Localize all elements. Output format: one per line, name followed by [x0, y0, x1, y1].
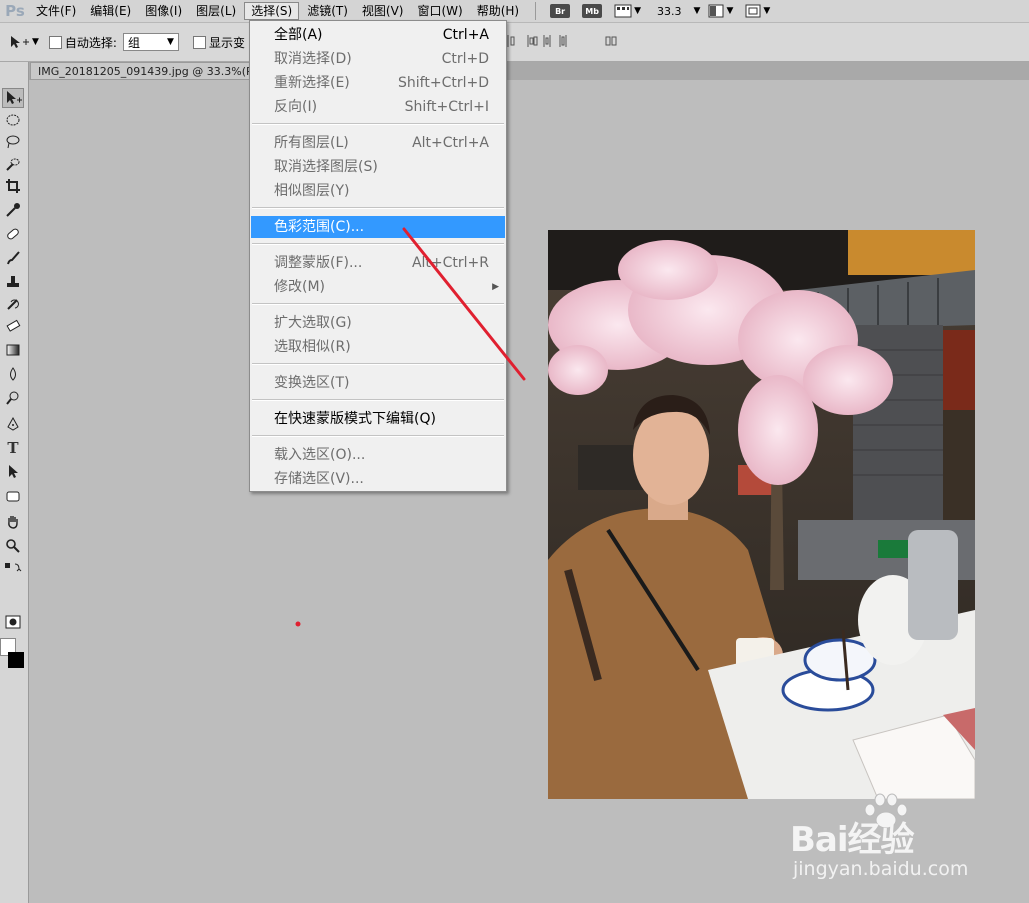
menu-item-color-range[interactable]: 色彩范围(C)...: [251, 216, 505, 238]
menu-select[interactable]: 选择(S): [244, 2, 300, 20]
eraser-tool-icon[interactable]: [2, 316, 24, 336]
menu-item-transform-selection[interactable]: 变换选区(T): [251, 372, 505, 394]
menubar-divider: [535, 2, 537, 20]
menu-separator: [252, 207, 504, 209]
menu-help[interactable]: 帮助(H): [471, 2, 525, 20]
view-extras-icon[interactable]: ▼: [614, 4, 641, 18]
zoom-level[interactable]: 33.3: [657, 5, 682, 18]
menu-item-similar-layers[interactable]: 相似图层(Y): [251, 180, 505, 202]
submenu-arrow-icon: ▶: [492, 282, 499, 292]
menu-item-save-selection[interactable]: 存储选区(V)...: [251, 468, 505, 490]
menu-item-all-layers[interactable]: 所有图层(L) Alt+Ctrl+A: [251, 132, 505, 154]
auto-select-label: 自动选择:: [64, 35, 117, 50]
baidu-watermark: Bai经验 jingyan.baidu.com: [785, 793, 985, 892]
menu-item-deselect[interactable]: 取消选择(D) Ctrl+D: [251, 48, 505, 70]
watermark-brand: Bai经验: [790, 820, 915, 860]
menu-separator: [252, 363, 504, 365]
quick-mask-icon[interactable]: [2, 612, 24, 632]
menu-layer[interactable]: 图层(L): [190, 2, 242, 20]
auto-select-value: 组: [127, 35, 140, 50]
menu-item-reselect[interactable]: 重新选择(E) Shift+Ctrl+D: [251, 72, 505, 94]
dodge-tool-icon[interactable]: [2, 388, 24, 408]
menu-separator: [252, 399, 504, 401]
quick-selection-tool-icon[interactable]: [2, 154, 24, 174]
eyedropper-tool-icon[interactable]: [2, 200, 24, 220]
menu-image[interactable]: 图像(I): [139, 2, 188, 20]
auto-select-dropdown[interactable]: 组 ▼: [122, 33, 179, 51]
show-transform-label: 显示变: [208, 35, 245, 50]
annotation-dot: [295, 621, 301, 627]
menu-bar: Ps 文件(F) 编辑(E) 图像(I) 图层(L) 选择(S) 滤镜(T) 视…: [0, 0, 1029, 23]
shape-tool-icon[interactable]: [2, 486, 24, 506]
menu-edit[interactable]: 编辑(E): [84, 2, 137, 20]
show-transform-checkbox[interactable]: [192, 35, 206, 49]
menu-filter[interactable]: 滤镜(T): [301, 2, 354, 20]
select-menu-dropdown: 全部(A) Ctrl+A 取消选择(D) Ctrl+D 重新选择(E) Shift+C…: [249, 20, 507, 492]
menu-separator: [252, 123, 504, 125]
blur-tool-icon[interactable]: [2, 364, 24, 384]
zoom-dropdown-icon[interactable]: ▼: [694, 6, 701, 16]
screen-mode-icon[interactable]: ▼: [745, 4, 770, 18]
move-tool-preset-icon[interactable]: ▼: [8, 35, 39, 49]
toolbox: T: [0, 62, 29, 903]
path-selection-tool-icon[interactable]: [2, 462, 24, 482]
foreground-color-swatch[interactable]: [8, 652, 24, 668]
arrange-documents-icon[interactable]: ▼: [708, 4, 733, 18]
bridge-button[interactable]: Br: [550, 4, 571, 18]
document-tab[interactable]: IMG_20181205_091439.jpg @ 33.3%(RGB/8): [30, 62, 260, 80]
menu-separator: [252, 303, 504, 305]
move-tool-icon[interactable]: [2, 88, 24, 108]
canvas-photo[interactable]: [548, 230, 975, 799]
hand-tool-icon[interactable]: [2, 512, 24, 532]
options-bar: ▼ 自动选择: 组 ▼ 显示变: [0, 23, 1029, 62]
auto-select-checkbox[interactable]: [48, 35, 62, 49]
clone-stamp-tool-icon[interactable]: [2, 272, 24, 292]
menu-item-deselect-layers[interactable]: 取消选择图层(S): [251, 156, 505, 178]
menu-file[interactable]: 文件(F): [30, 2, 82, 20]
marquee-tool-icon[interactable]: [2, 110, 24, 130]
lasso-tool-icon[interactable]: [2, 132, 24, 152]
menu-item-grow[interactable]: 扩大选取(G): [251, 312, 505, 334]
crop-tool-icon[interactable]: [2, 176, 24, 196]
pen-tool-icon[interactable]: [2, 414, 24, 434]
menu-item-modify[interactable]: 修改(M) ▶: [251, 276, 505, 298]
menu-separator: [252, 435, 504, 437]
swap-colors-icon[interactable]: [2, 558, 24, 578]
menu-window[interactable]: 窗口(W): [411, 2, 468, 20]
menu-item-quick-mask-edit[interactable]: 在快速蒙版模式下编辑(Q): [251, 408, 505, 430]
align-distribute-icons[interactable]: [506, 33, 636, 53]
gradient-tool-icon[interactable]: [2, 340, 24, 360]
mini-bridge-button[interactable]: Mb: [582, 4, 603, 18]
history-brush-tool-icon[interactable]: [2, 294, 24, 314]
menu-separator: [252, 243, 504, 245]
menu-item-select-all[interactable]: 全部(A) Ctrl+A: [251, 24, 505, 46]
watermark-url: jingyan.baidu.com: [793, 858, 969, 880]
brush-tool-icon[interactable]: [2, 248, 24, 268]
type-tool-icon[interactable]: T: [2, 438, 24, 458]
menu-item-similar[interactable]: 选取相似(R): [251, 336, 505, 358]
menu-view[interactable]: 视图(V): [356, 2, 410, 20]
menu-item-load-selection[interactable]: 载入选区(O)...: [251, 444, 505, 466]
zoom-tool-icon[interactable]: [2, 536, 24, 556]
menu-item-refine-mask[interactable]: 调整蒙版(F)... Alt+Ctrl+R: [251, 252, 505, 274]
healing-brush-tool-icon[interactable]: [2, 224, 24, 244]
chevron-down-icon: ▼: [167, 37, 174, 47]
menu-item-inverse[interactable]: 反向(I) Shift+Ctrl+I: [251, 96, 505, 118]
app-logo: Ps: [5, 2, 25, 20]
